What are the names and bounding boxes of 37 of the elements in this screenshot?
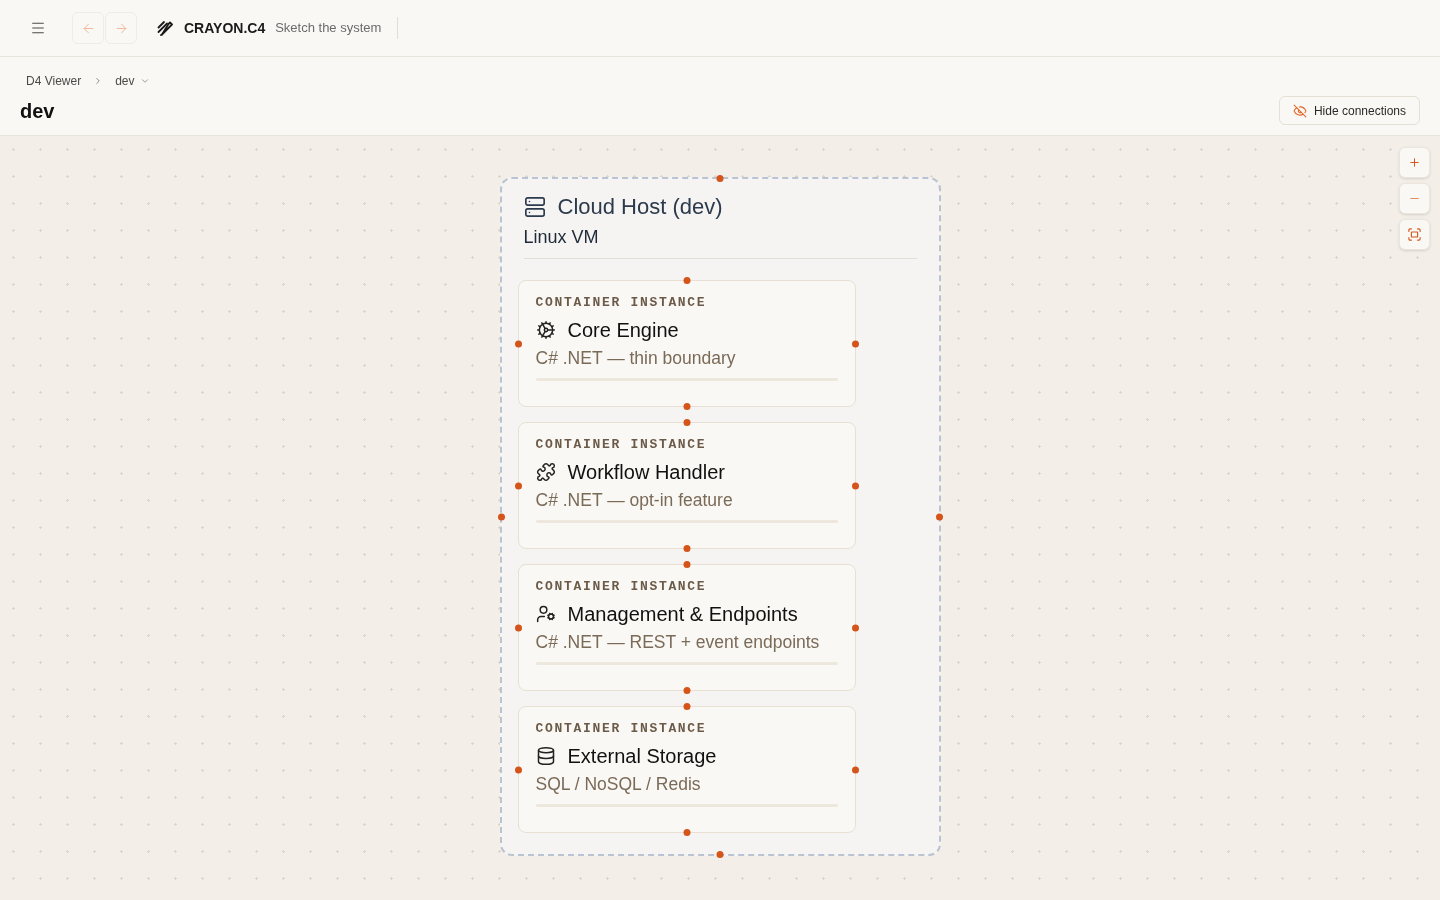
node-title: Workflow Handler (567, 460, 725, 485)
chevron-down-icon (139, 76, 150, 86)
node-description: C# .NET — thin boundary (535, 347, 737, 370)
node-type-label: CONTAINER INSTANCE (535, 578, 708, 596)
gear-icon (535, 320, 556, 340)
node-type-label: CONTAINER INSTANCE (535, 436, 708, 454)
node-type-label: CONTAINER INSTANCE (535, 294, 708, 312)
server-icon (523, 196, 546, 218)
host-subtitle: Linux VM (523, 226, 600, 249)
container-node[interactable]: CONTAINER INSTANCE Core Engine C# .NET — thin boundary (517, 280, 856, 407)
node-title: Core Engine (567, 318, 679, 343)
database-icon (535, 746, 556, 766)
node-title: Management & Endpoints (567, 602, 798, 627)
container-node[interactable]: CONTAINER INSTANCE Management & Endpoints C# .NET — REST + event endpoints (517, 564, 856, 691)
menu-icon (30, 20, 46, 36)
user-gear-icon (535, 604, 556, 624)
brand-name: CRAYON.C4 (184, 19, 266, 38)
node-type-label: CONTAINER INSTANCE (535, 720, 708, 738)
plus-icon (1408, 156, 1421, 169)
container-node[interactable]: CONTAINER INSTANCE External Storage SQL / NoSQL / Redis (517, 706, 856, 833)
hide-connections-button[interactable]: Hide connections (1278, 96, 1420, 125)
node-description: C# .NET — REST + event endpoints (535, 631, 821, 654)
host-node[interactable] (499, 177, 941, 856)
eye-slash-icon (1292, 103, 1307, 118)
node-description: C# .NET — opt-in feature (535, 489, 734, 512)
breadcrumb-dropdown[interactable]: dev (109, 73, 156, 89)
host-title: Cloud Host (dev) (557, 193, 723, 221)
pencil-logo-icon (157, 20, 173, 36)
node-description: SQL / NoSQL / Redis (535, 773, 702, 796)
puzzle-icon (535, 462, 556, 482)
tagline: Sketch the system (275, 19, 382, 37)
container-node[interactable]: CONTAINER INSTANCE Workflow Handler C# .NET — opt-in feature (517, 422, 856, 549)
fit-view-button[interactable] (1399, 219, 1430, 250)
breadcrumb-link[interactable]: D4 Viewer (20, 73, 88, 89)
page-title: dev (20, 98, 55, 124)
fit-frame-icon (1407, 227, 1422, 242)
node-title: External Storage (567, 744, 717, 769)
